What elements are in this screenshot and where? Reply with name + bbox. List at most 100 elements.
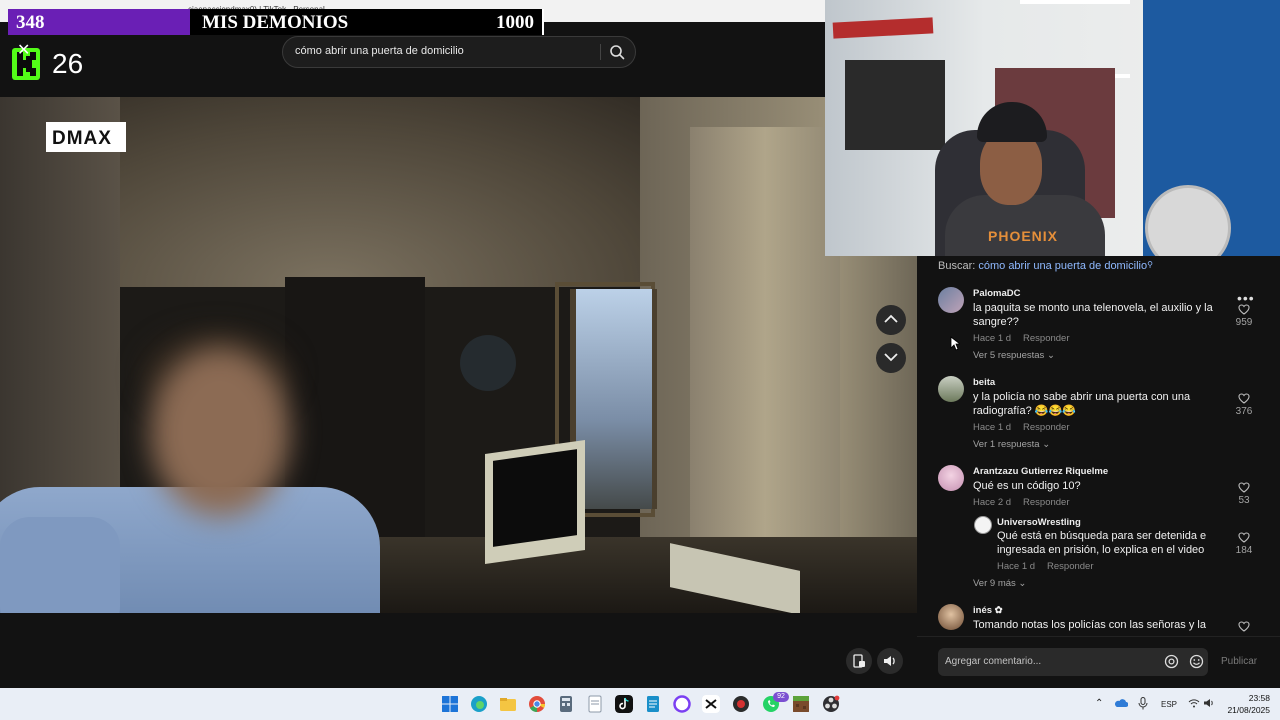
avatar[interactable] xyxy=(974,516,992,534)
chevron-up-icon xyxy=(884,314,898,323)
video-scene-person-arm xyxy=(0,517,120,613)
avatar[interactable] xyxy=(938,604,964,630)
video-scene-wall-clock xyxy=(460,335,516,391)
chevron-down-icon: ⌄ xyxy=(1018,578,1027,589)
chevron-down-icon: ⌄ xyxy=(1042,439,1051,450)
reply-button[interactable]: Responder xyxy=(1047,561,1093,572)
comment-username[interactable]: beita xyxy=(973,377,995,388)
comment-text: Tomando notas los policías con las señor… xyxy=(973,619,1206,631)
minecraft-icon[interactable] xyxy=(792,695,810,713)
notes-app-icon[interactable] xyxy=(644,695,662,713)
comment-text: la paquita se monto una telenovela, el a… xyxy=(973,302,1213,328)
view-replies-button[interactable]: Ver 1 respuesta ⌄ xyxy=(973,439,1050,450)
like-count: 959 xyxy=(1235,317,1253,328)
comment-meta: Hace 2 d Responder xyxy=(973,497,1070,508)
calculator-icon[interactable] xyxy=(557,695,575,713)
tiktok-icon[interactable] xyxy=(615,695,633,713)
capcut-icon[interactable] xyxy=(702,695,720,713)
comment-username[interactable]: Arantzazu Gutierrez Riquelme xyxy=(973,466,1108,477)
view-more-replies-button[interactable]: Ver 9 más ⌄ xyxy=(973,578,1026,589)
emoji-icon[interactable] xyxy=(1189,654,1204,669)
search-icon[interactable] xyxy=(608,43,626,61)
volume-button[interactable] xyxy=(877,648,903,674)
search-bar[interactable]: cómo abrir una puerta de domicilio xyxy=(282,36,636,68)
heart-icon xyxy=(1238,482,1250,493)
taskbar-date[interactable]: 21/08/2025 xyxy=(1226,705,1270,715)
comment-input[interactable]: Agregar comentario... xyxy=(938,648,1208,676)
avatar[interactable] xyxy=(938,465,964,491)
file-explorer-icon[interactable] xyxy=(499,695,517,713)
notepad-icon[interactable] xyxy=(586,695,604,713)
comment-composer: Agregar comentario... Publicar xyxy=(917,636,1280,689)
comment-text: y la policía no sabe abrir una puerta co… xyxy=(973,391,1191,417)
obs-studio-icon[interactable] xyxy=(822,695,840,713)
keyboard-language[interactable]: ESP xyxy=(1161,700,1177,709)
related-search-label: Buscar: xyxy=(938,260,976,272)
mouse-cursor-icon xyxy=(950,336,960,351)
video-scene-desk xyxy=(360,537,917,613)
streamer-webcam: PHOENIX xyxy=(825,0,1280,256)
chrome-icon[interactable] xyxy=(528,695,546,713)
like-button[interactable]: 959 xyxy=(1230,304,1258,328)
more-options-icon[interactable]: ••• xyxy=(1237,290,1255,306)
show-hidden-icons-icon[interactable]: ⌃ xyxy=(1095,698,1103,709)
comment-time: Hace 1 d xyxy=(973,422,1012,433)
onedrive-icon[interactable] xyxy=(1114,698,1128,708)
pip-icon xyxy=(853,654,865,668)
picture-in-picture-button[interactable] xyxy=(846,648,872,674)
comment-username[interactable]: PalomaDC xyxy=(973,288,1021,299)
stream-overlay-bar: 348 MIS DEMONIOS 1000 xyxy=(8,9,544,35)
view-replies-label: Ver 5 respuestas xyxy=(973,350,1045,361)
like-button[interactable]: 53 xyxy=(1230,482,1258,506)
like-button[interactable] xyxy=(1230,621,1258,632)
edge-browser-icon[interactable] xyxy=(470,695,488,713)
view-replies-button[interactable]: Ver 5 respuestas ⌄ xyxy=(973,350,1055,361)
reply-meta: Hace 1 d Responder xyxy=(997,561,1094,572)
volume-icon[interactable] xyxy=(1203,698,1215,708)
taskbar-time[interactable]: 23:58 xyxy=(1236,693,1270,703)
close-icon[interactable]: ✕ xyxy=(17,40,30,60)
comments-panel: Buscar: cómo abrir una puerta de domicil… xyxy=(917,256,1280,688)
svg-text:DMAX: DMAX xyxy=(52,128,112,147)
microphone-icon[interactable] xyxy=(1138,697,1148,710)
chevron-down-icon: ⌄ xyxy=(1046,350,1055,361)
record-app-icon[interactable] xyxy=(732,695,750,713)
mention-icon[interactable] xyxy=(1164,654,1179,669)
like-count: 53 xyxy=(1238,495,1250,506)
video-scene-monitor xyxy=(485,439,585,565)
avatar[interactable] xyxy=(938,287,964,313)
reply-username[interactable]: UniversoWrestling xyxy=(997,517,1081,528)
avatar[interactable] xyxy=(938,376,964,402)
reply-button[interactable]: Responder xyxy=(1023,422,1069,433)
like-button[interactable]: 184 xyxy=(1230,532,1258,556)
related-search-link[interactable]: cómo abrir una puerta de domicilio xyxy=(978,260,1147,272)
windows-start-icon[interactable] xyxy=(441,695,459,713)
like-button[interactable]: 376 xyxy=(1230,393,1258,417)
search-divider xyxy=(600,44,601,60)
obs-ring-icon[interactable] xyxy=(673,695,691,713)
reply-time: Hace 1 d xyxy=(997,561,1036,572)
comment-meta: Hace 1 d Responder xyxy=(973,333,1070,344)
stream-counter-right: 1000 xyxy=(496,12,534,33)
previous-video-button[interactable] xyxy=(876,305,906,335)
video-scene-person-head-blurred xyxy=(150,347,290,517)
reply-button[interactable]: Responder xyxy=(1023,333,1069,344)
search-input[interactable]: cómo abrir una puerta de domicilio xyxy=(295,45,464,57)
comment-time: Hace 2 d xyxy=(973,497,1012,508)
comment-username[interactable]: inés ✿ xyxy=(973,605,1003,616)
webcam-scene-clothes-rack xyxy=(845,60,945,150)
dmax-logo-icon: DMAX xyxy=(52,128,112,147)
comment-text: Qué es un código 10? xyxy=(973,480,1081,492)
related-search[interactable]: Buscar: cómo abrir una puerta de domicil… xyxy=(938,260,1153,272)
view-replies-label: Ver 1 respuesta xyxy=(973,439,1040,450)
stream-overlay-title: MIS DEMONIOS xyxy=(202,12,349,33)
search-small-icon: ⚲ xyxy=(1147,260,1153,269)
video-player[interactable] xyxy=(0,97,917,613)
reply-text: Qué está en búsqueda para ser detenida e… xyxy=(997,530,1207,556)
webcam-scene-shelves xyxy=(1020,0,1130,78)
publish-button[interactable]: Publicar xyxy=(1221,656,1257,667)
reply-button[interactable]: Responder xyxy=(1023,497,1069,508)
comment-input-placeholder: Agregar comentario... xyxy=(945,656,1042,667)
wifi-icon[interactable] xyxy=(1188,698,1200,708)
next-video-button[interactable] xyxy=(876,343,906,373)
